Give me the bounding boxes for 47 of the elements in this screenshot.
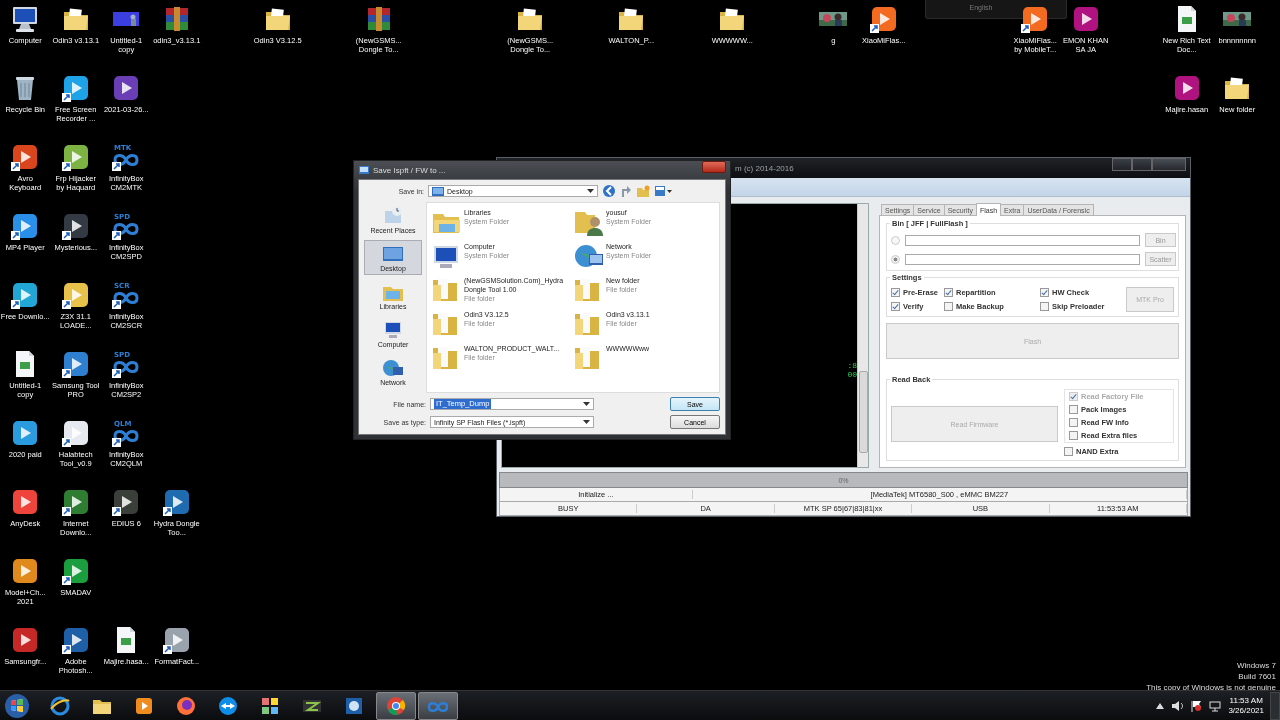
checkbox[interactable] — [891, 302, 900, 311]
path-field[interactable] — [905, 234, 1140, 246]
minimize-button[interactable] — [1112, 158, 1132, 171]
checkbox[interactable] — [1069, 418, 1078, 427]
close-button[interactable] — [1152, 158, 1186, 171]
dropdown-caret-icon — [587, 189, 594, 193]
notice-text: Windows 7 — [1235, 660, 1276, 671]
checkbox[interactable] — [891, 288, 900, 297]
flag-icon[interactable] — [1190, 699, 1203, 712]
window-title: m (c) 2014-2016 — [735, 163, 794, 173]
dropdown-caret-icon — [583, 420, 590, 424]
up-folder-icon[interactable] — [620, 184, 632, 198]
view-menu-icon[interactable] — [654, 185, 672, 197]
path-field[interactable] — [905, 253, 1140, 265]
checkbox[interactable] — [1069, 405, 1078, 414]
network-icon[interactable] — [1209, 699, 1222, 712]
dropdown-caret-icon — [583, 402, 590, 406]
show-hidden-icon[interactable] — [1156, 702, 1165, 709]
speaker-icon[interactable] — [1171, 699, 1184, 712]
close-button[interactable] — [702, 161, 726, 173]
maximize-button[interactable] — [1132, 158, 1152, 171]
start-button[interactable] — [4, 692, 30, 719]
chrome-icon — [385, 694, 407, 717]
remote-icon — [217, 694, 239, 717]
clock[interactable]: 11:53 AM 3/26/2021 — [1228, 695, 1264, 716]
scrollbar-thumb[interactable] — [859, 371, 868, 453]
checkbox[interactable] — [944, 302, 953, 311]
checkbox[interactable] — [1069, 431, 1078, 440]
checkbox[interactable] — [1040, 302, 1049, 311]
new-folder-icon[interactable] — [636, 185, 650, 197]
back-icon[interactable] — [602, 184, 616, 198]
taskbar-button[interactable] — [376, 691, 416, 720]
browser-icon — [49, 694, 71, 717]
radio-button[interactable] — [891, 254, 900, 264]
network-icon — [381, 357, 405, 379]
checkbox[interactable] — [944, 288, 953, 297]
dialog-title: Save Ispft / FW to ... — [373, 165, 447, 175]
notice-text: Build 7601 — [1237, 671, 1276, 682]
radio-button[interactable] — [891, 235, 900, 245]
checkbox[interactable] — [1040, 288, 1049, 297]
scrollbar[interactable] — [857, 204, 868, 467]
window-icon — [358, 164, 370, 176]
log-line: 00 — [847, 370, 857, 379]
desktop-icon — [432, 186, 444, 196]
checkbox[interactable] — [1064, 447, 1073, 456]
log-line: :8 — [847, 361, 857, 370]
firefox-icon — [175, 694, 197, 717]
